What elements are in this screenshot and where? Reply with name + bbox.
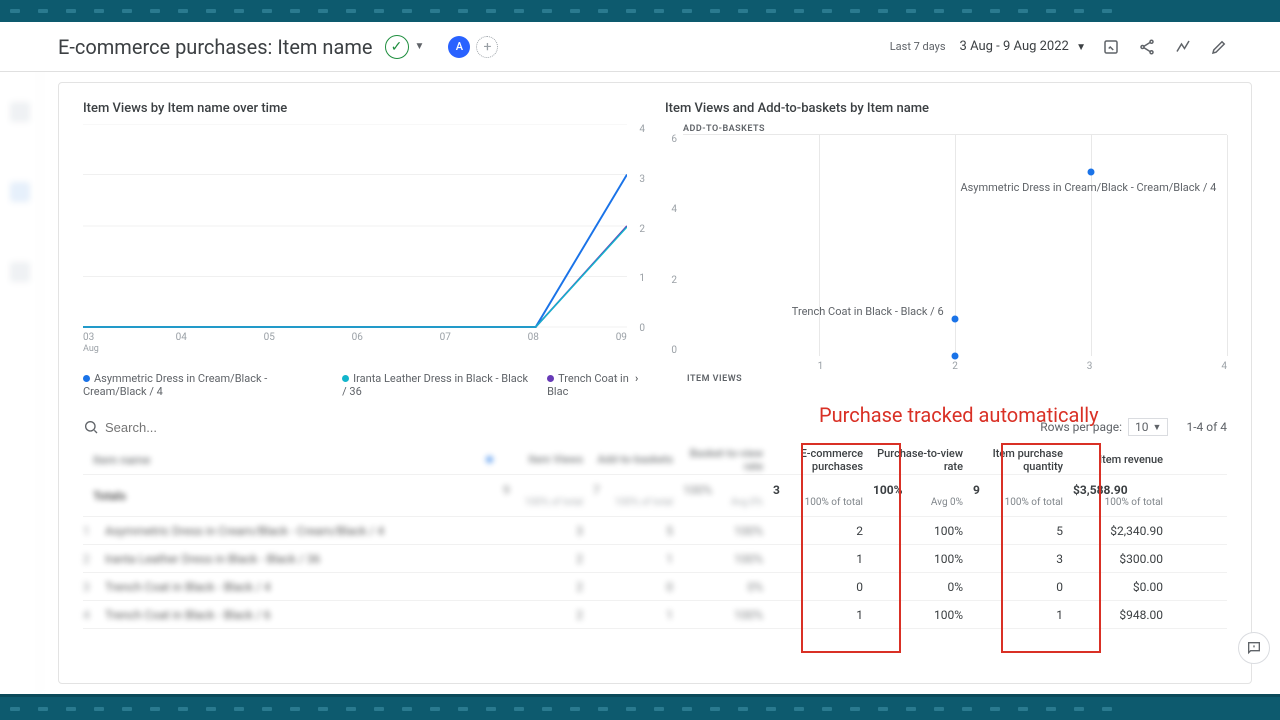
add-comparison-button[interactable]: +	[476, 36, 498, 58]
page-indicator: 1-4 of 4	[1186, 420, 1227, 434]
check-icon[interactable]: ✓	[385, 35, 409, 59]
scatter-point[interactable]	[952, 316, 959, 323]
nav-icon[interactable]	[10, 262, 30, 282]
nav-icon-selected[interactable]	[10, 182, 30, 202]
annotation-overlay: Purchase tracked automatically	[819, 403, 1099, 427]
nav-icon[interactable]	[10, 102, 30, 122]
feedback-button[interactable]	[1238, 632, 1270, 664]
scatter-y-axis: 6 4 2 0	[665, 134, 677, 356]
chevron-down-icon: ▼	[1153, 422, 1162, 433]
chevron-down-icon: ▼	[1076, 42, 1086, 53]
search-input[interactable]	[105, 420, 305, 435]
left-rail	[0, 22, 40, 694]
scatter-chart-panel: Item Views and Add-to-baskets by Item na…	[665, 101, 1227, 403]
rows-per-page-select[interactable]: 10 ▼	[1128, 418, 1168, 436]
chevron-down-icon[interactable]: ▼	[415, 41, 425, 52]
scatter-x-label: ITEM VIEWS	[687, 374, 742, 384]
table-row[interactable]: 1Asymmetric Dress in Cream/Black - Cream…	[83, 517, 1227, 545]
data-table: Item name Item Views Add-to-baskets Bask…	[59, 445, 1251, 629]
date-range-button[interactable]: 3 Aug - 9 Aug 2022 ▼	[960, 39, 1086, 54]
legend-prev-icon[interactable]: ‹	[615, 372, 633, 390]
legend-next-icon[interactable]: ›	[635, 372, 653, 390]
customize-report-icon[interactable]	[1100, 36, 1122, 58]
share-icon[interactable]	[1136, 36, 1158, 58]
table-header: Item name Item Views Add-to-baskets Bask…	[83, 445, 1227, 475]
comparison-badge[interactable]: A	[448, 36, 470, 58]
scatter-point[interactable]	[952, 353, 959, 360]
scatter-plot-area: Asymmetric Dress in Cream/Black - Cream/…	[683, 134, 1227, 356]
report-card: Item Views by Item name over time 4 3 2 …	[58, 82, 1252, 684]
table-totals-row: Totals 9100% of total 7100% of total 100…	[83, 475, 1227, 517]
line-chart-svg	[83, 124, 627, 328]
scatter-x-axis: 0 1 2 3 4	[683, 361, 1227, 372]
line-y-axis: 4 3 2 1 0	[633, 124, 645, 334]
page-header: E-commerce purchases: Item name ✓ ▼ A + …	[0, 22, 1280, 72]
scatter-point[interactable]	[1088, 168, 1095, 175]
table-row[interactable]: 4Trench Coat in Black - Black / 6 2 1 10…	[83, 601, 1227, 629]
line-chart-panel: Item Views by Item name over time 4 3 2 …	[83, 101, 645, 403]
scatter-point-label: Trench Coat in Black - Black / 6	[792, 305, 944, 318]
scatter-point-label: Asymmetric Dress in Cream/Black - Cream/…	[960, 181, 1216, 194]
line-x-axis: 03Aug 04 05 06 07 08 09	[83, 332, 627, 354]
search-icon	[83, 419, 99, 435]
scatter-y-label: ADD-TO-BASKETS	[683, 124, 765, 134]
line-chart-legend: Asymmetric Dress in Cream/Black - Cream/…	[83, 372, 645, 398]
table-row[interactable]: 3Trench Coat in Black - Black / 4 2 0 0%…	[83, 573, 1227, 601]
table-row[interactable]: 2Iranta Leather Dress in Black - Black /…	[83, 545, 1227, 573]
edit-icon[interactable]	[1208, 36, 1230, 58]
page-title: E-commerce purchases: Item name	[58, 35, 373, 59]
line-chart-title: Item Views by Item name over time	[83, 101, 645, 116]
date-range-label: Last 7 days	[890, 40, 946, 53]
scatter-chart-title: Item Views and Add-to-baskets by Item na…	[665, 101, 1227, 116]
insights-icon[interactable]	[1172, 36, 1194, 58]
